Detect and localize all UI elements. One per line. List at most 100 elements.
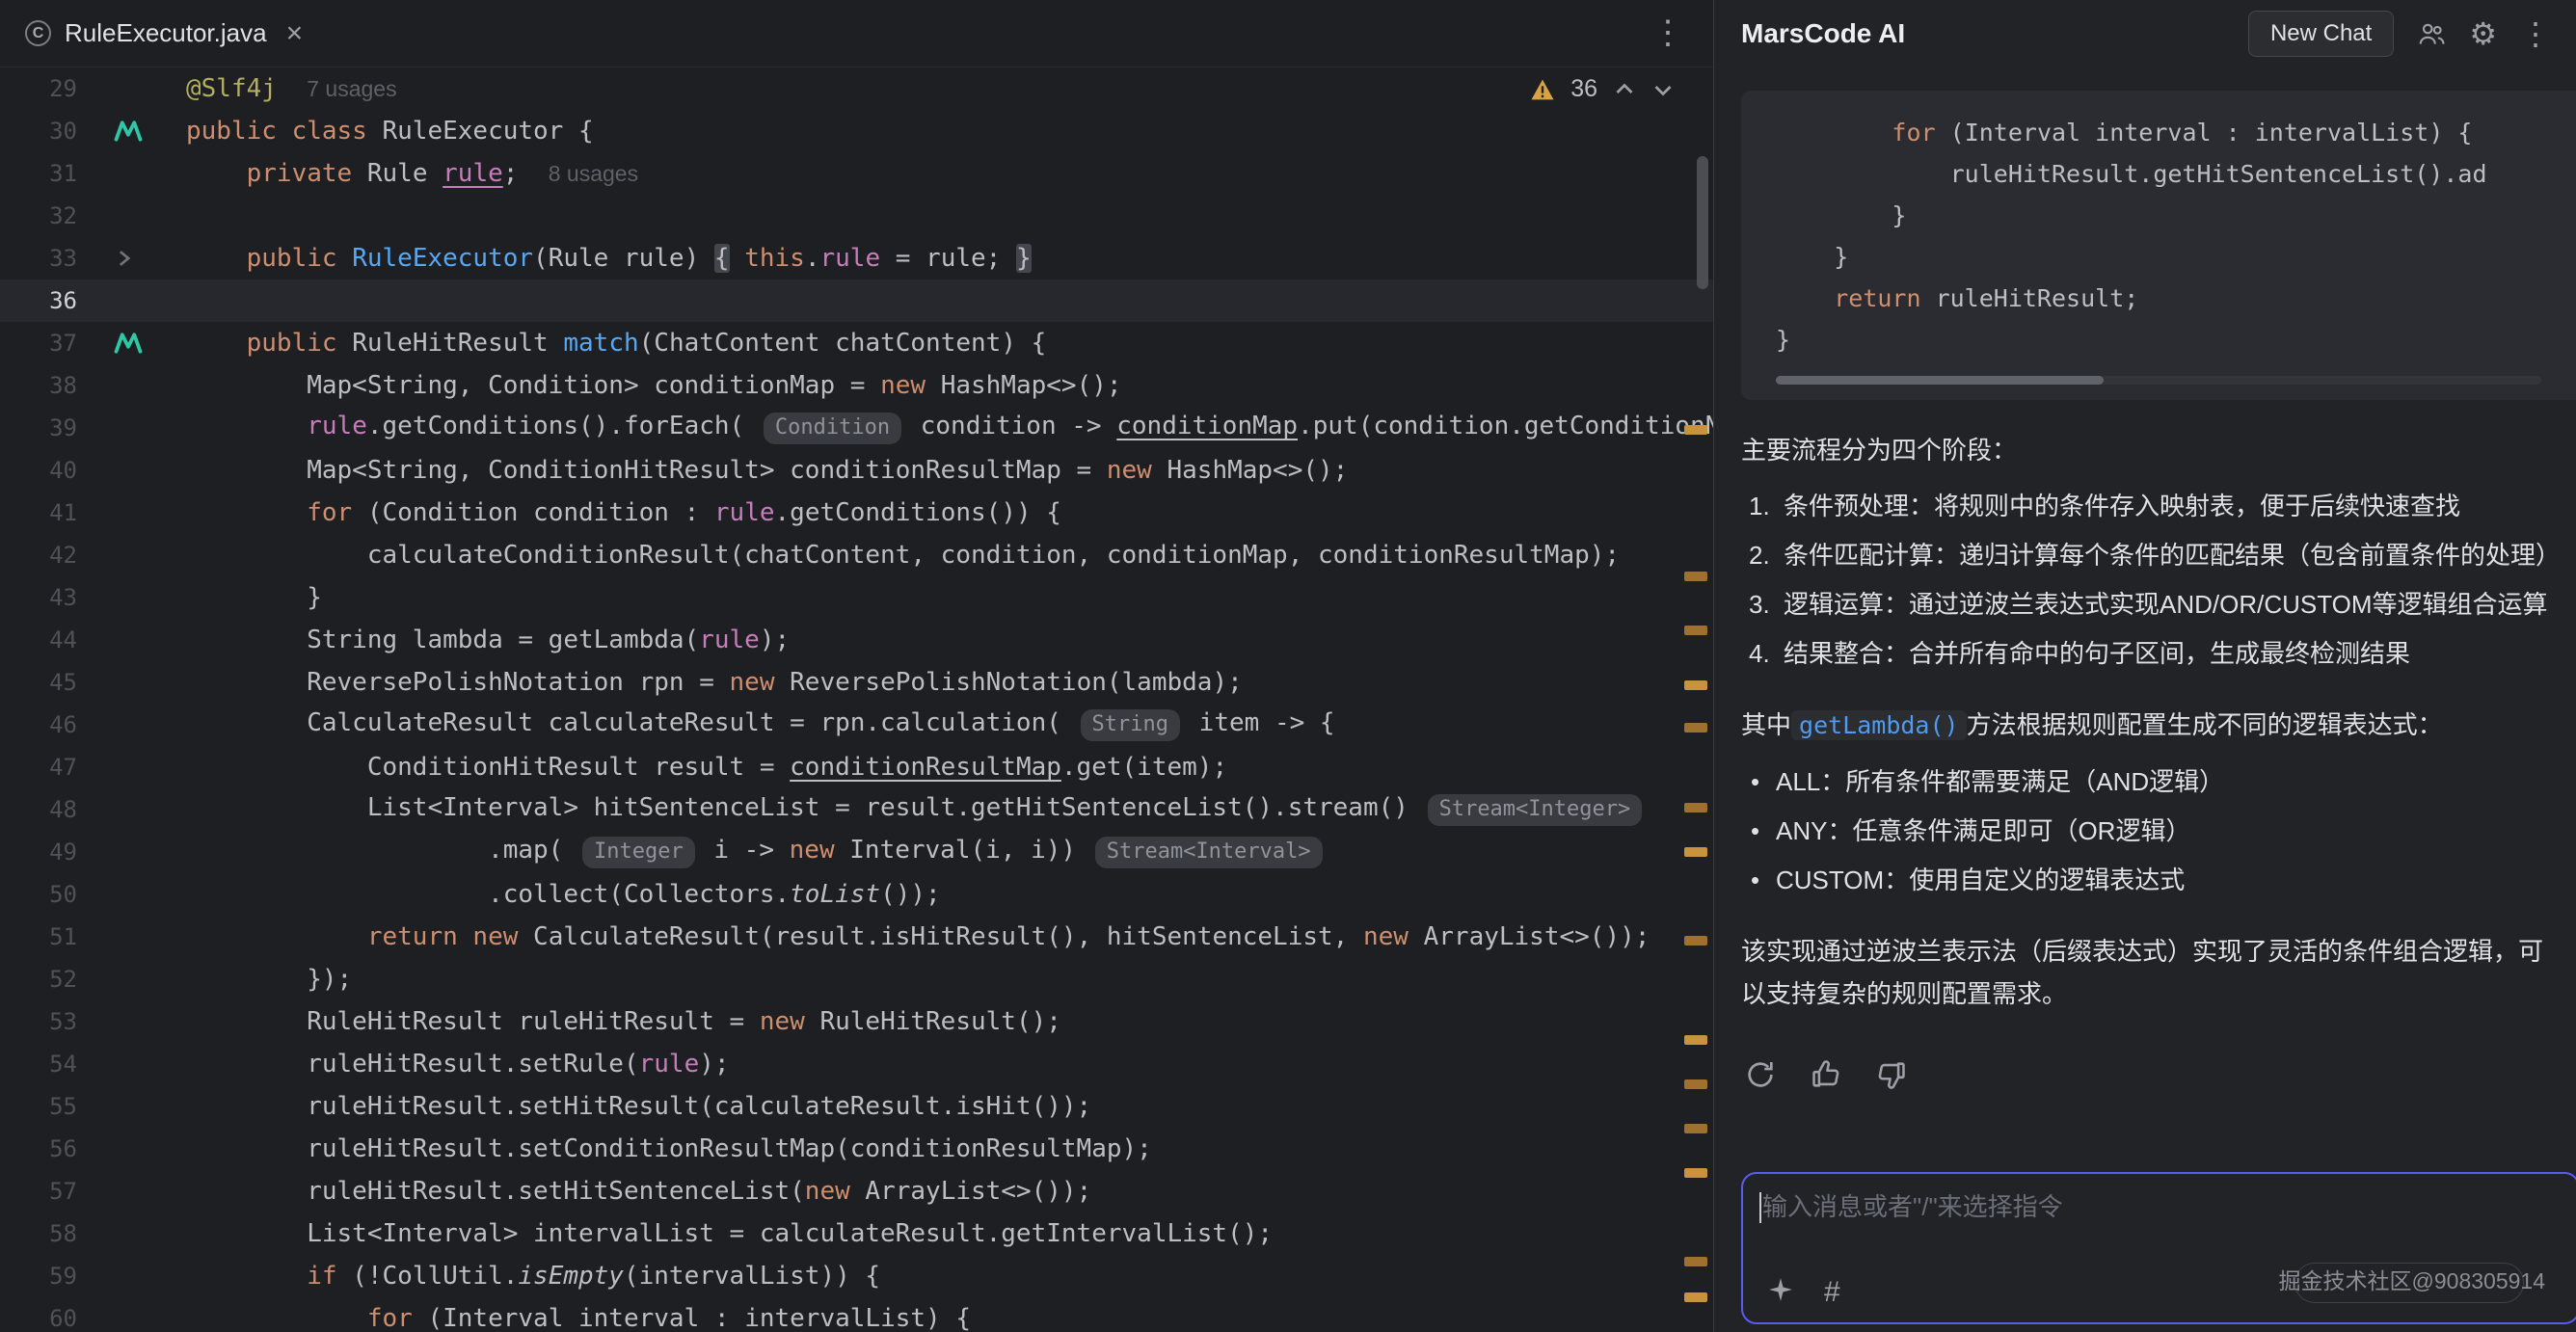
code-text: String lambda = getLambda(rule);: [186, 626, 1713, 654]
code-token: .getConditions()) {: [775, 498, 1061, 527]
code-token: ruleHitResult.setHitResult(calculateResu…: [186, 1092, 1091, 1121]
commands-icon[interactable]: [1766, 1275, 1795, 1309]
next-problem-icon[interactable]: [1651, 78, 1675, 101]
code-line[interactable]: 56 ruleHitResult.setConditionResultMap(c…: [0, 1128, 1713, 1170]
code-token: conditionMap: [1116, 412, 1298, 440]
code-line[interactable]: 40 Map<String, ConditionHitResult> condi…: [0, 449, 1713, 492]
code-line[interactable]: 52 });: [0, 958, 1713, 1000]
process-step: 3.逻辑运算：通过逆波兰表达式实现AND/OR/CUSTOM等逻辑组合运算: [1741, 583, 2557, 626]
stripe-mark[interactable]: [1684, 626, 1707, 635]
code-token: rule: [307, 412, 367, 440]
code-line[interactable]: 30public class RuleExecutor {: [0, 110, 1713, 152]
code-line[interactable]: 59 if (!CollUtil.isEmpty(intervalList)) …: [0, 1255, 1713, 1297]
code-text: ruleHitResult.setHitResult(calculateResu…: [186, 1092, 1713, 1121]
scrollbar-thumb[interactable]: [1776, 376, 2104, 385]
process-step: 2.条件匹配计算：递归计算每个条件的匹配结果（包含前置条件的处理）: [1741, 534, 2557, 576]
chat-message-area[interactable]: for (Interval interval : intervalList) {…: [1714, 67, 2576, 1332]
code-line[interactable]: 55 ruleHitResult.setHitResult(calculateR…: [0, 1085, 1713, 1128]
editor-more-options-icon[interactable]: ⋮: [1651, 13, 1684, 52]
stripe-mark[interactable]: [1684, 1257, 1707, 1266]
code-line[interactable]: 54 ruleHitResult.setRule(rule);: [0, 1043, 1713, 1085]
stripe-mark[interactable]: [1684, 425, 1707, 435]
code-line[interactable]: 57 ruleHitResult.setHitSentenceList(new …: [0, 1170, 1713, 1212]
panel-more-options-icon[interactable]: ⋮: [2520, 18, 2551, 49]
regenerate-icon[interactable]: [1741, 1055, 1780, 1094]
message-actions: [1741, 1055, 2576, 1094]
previous-problem-icon[interactable]: [1613, 78, 1636, 101]
gear-icon[interactable]: ⚙: [2469, 18, 2497, 49]
code-line[interactable]: 31 private Rule rule; 8 usages: [0, 152, 1713, 195]
code-line[interactable]: 42 calculateConditionResult(chatContent,…: [0, 534, 1713, 576]
code-token: );: [760, 626, 790, 654]
stripe-mark[interactable]: [1684, 1079, 1707, 1089]
code-token: ArrayList<>());: [865, 1177, 1091, 1206]
stripe-mark[interactable]: [1684, 1292, 1707, 1302]
users-icon[interactable]: [2417, 20, 2446, 47]
new-chat-button[interactable]: New Chat: [2248, 11, 2394, 57]
code-token: .map(: [186, 836, 578, 865]
code-line[interactable]: 47 ConditionHitResult result = condition…: [0, 746, 1713, 788]
code-line[interactable]: 46 CalculateResult calculateResult = rpn…: [0, 704, 1713, 746]
thumbs-up-icon[interactable]: [1807, 1055, 1845, 1094]
context-hash-icon[interactable]: #: [1824, 1278, 1840, 1307]
code-token: @Slf4j: [186, 74, 277, 103]
code-token: .: [805, 244, 820, 273]
code-line[interactable]: 36: [0, 280, 1713, 322]
code-line[interactable]: 41 for (Condition condition : rule.getCo…: [0, 492, 1713, 534]
code-line[interactable]: 45 ReversePolishNotation rpn = new Rever…: [0, 661, 1713, 704]
code-line[interactable]: 32: [0, 195, 1713, 237]
stripe-mark[interactable]: [1684, 1124, 1707, 1133]
stripe-mark[interactable]: [1684, 1168, 1707, 1178]
stripe-mark[interactable]: [1684, 680, 1707, 690]
code-block-hscrollbar[interactable]: [1776, 376, 2541, 385]
code-text: RuleHitResult ruleHitResult = new RuleHi…: [186, 1007, 1713, 1036]
code-line[interactable]: 49 .map( Integer i -> new Interval(i, i)…: [0, 831, 1713, 873]
close-icon[interactable]: ×: [286, 17, 304, 50]
inlay-hint: Stream<Integer>: [1428, 794, 1643, 825]
code-line[interactable]: 37 public RuleHitResult match(ChatConten…: [0, 322, 1713, 364]
code-line[interactable]: 53 RuleHitResult ruleHitResult = new Rul…: [0, 1000, 1713, 1043]
stripe-mark[interactable]: [1684, 936, 1707, 946]
code-token: [186, 1262, 307, 1291]
tab-ruleexecutor[interactable]: C RuleExecutor.java ×: [0, 0, 328, 67]
code-token: new: [472, 922, 533, 951]
code-token: HashMap<>();: [941, 371, 1122, 400]
thumbs-down-icon[interactable]: [1872, 1055, 1911, 1094]
code-line[interactable]: 29@Slf4j 7 usages: [0, 67, 1713, 110]
code-line[interactable]: 39 rule.getConditions().forEach( Conditi…: [0, 407, 1713, 449]
code-line[interactable]: 43 }: [0, 576, 1713, 619]
chat-input[interactable]: [1762, 1187, 2559, 1255]
editor-scrollbar[interactable]: [1697, 156, 1708, 289]
chat-code-line: for (Interval interval : intervalList) {: [1776, 112, 2576, 153]
code-token: ruleHitResult.getHitSentenceList().ad: [1776, 160, 2487, 188]
code-token: {: [714, 244, 730, 273]
code-token: [186, 159, 247, 188]
code-token: Map<String, ConditionHitResult> conditio…: [186, 456, 1107, 485]
code-line[interactable]: 48 List<Interval> hitSentenceList = resu…: [0, 788, 1713, 831]
code-line[interactable]: 44 String lambda = getLambda(rule);: [0, 619, 1713, 661]
code-line[interactable]: 50 .collect(Collectors.toList());: [0, 873, 1713, 916]
problems-widget[interactable]: 36: [1530, 75, 1675, 103]
code-token: ruleHitResult.setHitSentenceList(: [186, 1177, 805, 1206]
code-line[interactable]: 33 public RuleExecutor(Rule rule) { this…: [0, 237, 1713, 280]
line-number: 33: [0, 245, 77, 272]
code-token: if: [307, 1262, 352, 1291]
code-line[interactable]: 58 List<Interval> intervalList = calcula…: [0, 1212, 1713, 1255]
stripe-mark[interactable]: [1684, 723, 1707, 733]
stripe-mark[interactable]: [1684, 572, 1707, 581]
code-text: ConditionHitResult result = conditionRes…: [186, 753, 1713, 782]
code-line[interactable]: 51 return new CalculateResult(result.isH…: [0, 916, 1713, 958]
code-line[interactable]: 60 for (Interval interval : intervalList…: [0, 1297, 1713, 1332]
code-line[interactable]: 38 Map<String, Condition> conditionMap =…: [0, 364, 1713, 407]
stripe-mark[interactable]: [1684, 803, 1707, 813]
code-editor[interactable]: 36 29@Slf4j 7 usages30public class RuleE…: [0, 67, 1713, 1332]
bullet-text: CUSTOM：使用自定义的逻辑表达式: [1776, 859, 2557, 901]
code-token: List<Interval> hitSentenceList = result.…: [186, 793, 1424, 822]
stripe-mark[interactable]: [1684, 1035, 1707, 1045]
code-text: for (Interval interval : intervalList) {: [186, 1304, 1713, 1332]
code-text: .map( Integer i -> new Interval(i, i)) S…: [186, 836, 1713, 867]
fold-arrow-icon[interactable]: [114, 248, 135, 269]
line-number: 40: [0, 457, 77, 484]
code-token: isEmpty: [518, 1262, 624, 1291]
stripe-mark[interactable]: [1684, 847, 1707, 857]
